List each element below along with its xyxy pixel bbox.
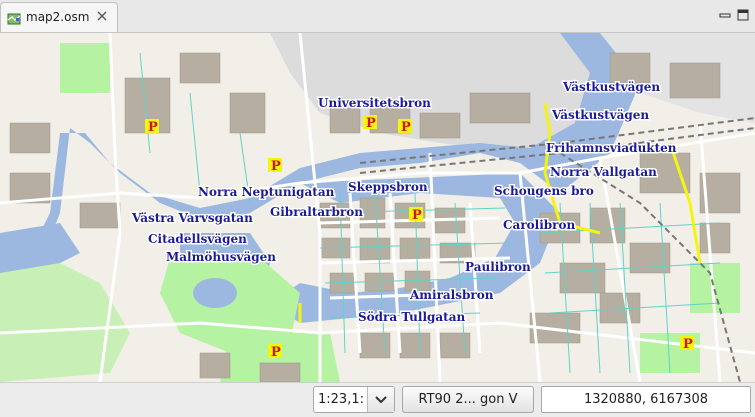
street-label: Södra Tullgatan xyxy=(358,310,465,324)
street-label: Västkustvägen xyxy=(562,80,660,94)
street-label: Malmöhusvägen xyxy=(166,250,276,264)
scale-dropdown-button[interactable] xyxy=(367,387,394,412)
svg-text:P: P xyxy=(148,120,158,135)
svg-text:P: P xyxy=(366,116,376,131)
minimize-icon[interactable] xyxy=(718,7,732,21)
street-label: Frihamnsviadukten xyxy=(546,141,677,155)
parking-icon: P xyxy=(409,207,423,223)
street-label: Gibraltarbron xyxy=(270,205,363,219)
street-label: Skeppsbron xyxy=(348,180,428,194)
street-label: Citadellsvägen xyxy=(148,232,247,246)
close-icon[interactable] xyxy=(95,9,109,23)
park xyxy=(60,43,110,93)
crs-button[interactable]: RT90 2... gon V xyxy=(402,386,534,413)
svg-text:P: P xyxy=(683,337,693,352)
svg-text:P: P xyxy=(412,208,422,223)
parking-icon: P xyxy=(680,336,694,352)
street-label: Carolibron xyxy=(503,218,575,232)
street-label: Universitetsbron xyxy=(318,96,431,110)
parking-icon: P xyxy=(398,119,412,135)
status-bar: 1:23,1: RT90 2... gon V 1320880, 6167308 xyxy=(0,382,755,417)
chevron-down-icon xyxy=(375,396,387,404)
svg-text:P: P xyxy=(271,159,281,174)
parking-icon: P xyxy=(363,115,377,131)
street-label: Västkustvägen xyxy=(551,108,649,122)
map-view[interactable]: Universitetsbron Västkustvägen Västkustv… xyxy=(0,33,755,382)
parking-icon: P xyxy=(145,119,159,135)
tab-label: map2.osm xyxy=(26,10,90,24)
svg-text:P: P xyxy=(401,120,411,135)
maximize-icon[interactable] xyxy=(736,7,750,21)
scale-value[interactable]: 1:23,1: xyxy=(318,392,368,407)
street-label: Schougens bro xyxy=(494,184,594,198)
tab-map2-osm[interactable]: map2.osm xyxy=(0,2,118,32)
scale-combobox[interactable]: 1:23,1: xyxy=(313,386,395,413)
parking-icon: P xyxy=(268,158,282,174)
street-label: Norra Vallgatan xyxy=(550,165,657,179)
parking-icon: P xyxy=(268,344,282,360)
pond xyxy=(193,278,237,308)
coordinates-display: 1320880, 6167308 xyxy=(541,386,751,413)
svg-text:P: P xyxy=(271,345,281,360)
tab-bar: map2.osm xyxy=(0,0,755,33)
street-label: Norra Neptunigatan xyxy=(198,185,335,199)
street-label: Västra Varvsgatan xyxy=(131,211,253,225)
map-file-icon xyxy=(7,11,21,25)
street-label: Paulibron xyxy=(465,260,531,274)
street-label: Amiralsbron xyxy=(409,288,494,302)
